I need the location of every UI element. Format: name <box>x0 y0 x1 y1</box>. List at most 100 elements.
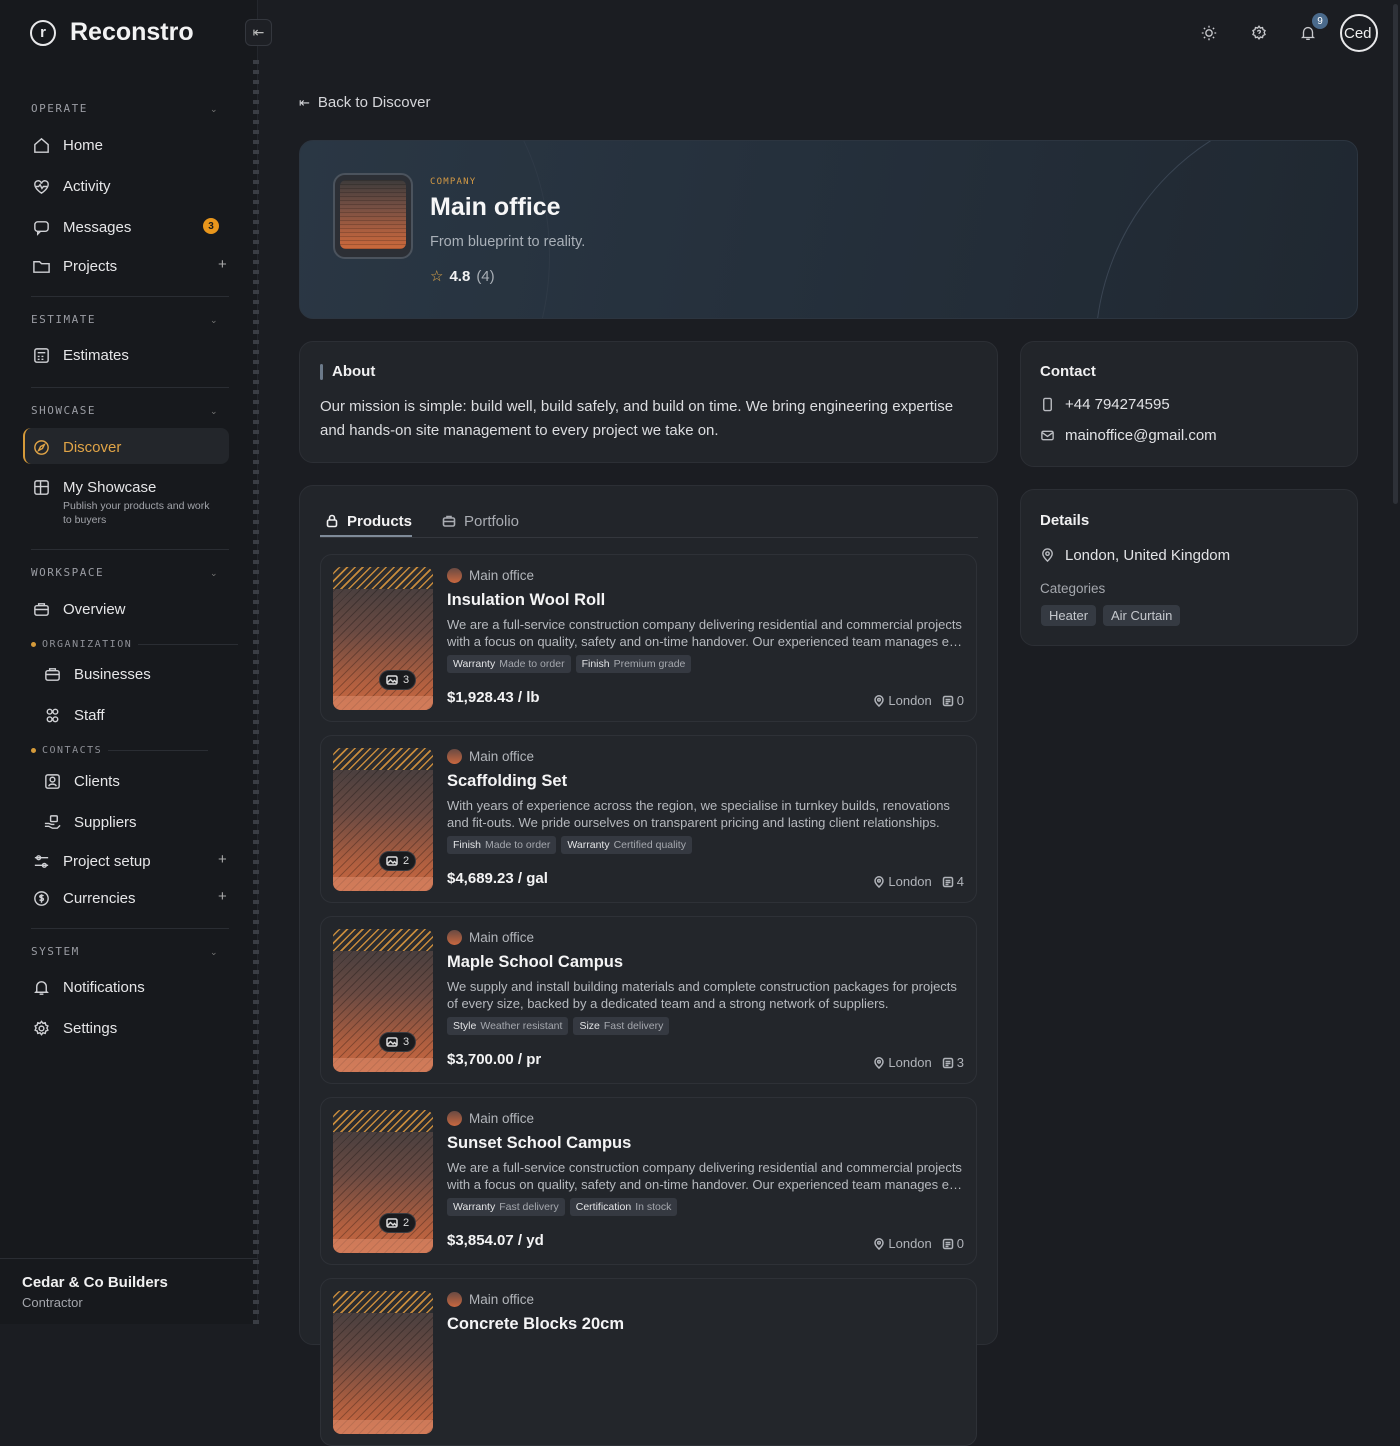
product-seller: Main office <box>447 930 534 945</box>
product-quotes: 4 <box>942 874 964 889</box>
sidebar: r Reconstro OPERATE ⌄ Home Activity Mess… <box>0 0 258 1324</box>
sidebar-resize-handle[interactable] <box>253 60 259 1324</box>
sidebar-footer[interactable] <box>0 1258 258 1324</box>
seller-avatar <box>447 568 462 583</box>
sidebar-item-projects[interactable]: Projects <box>31 256 117 276</box>
sidebar-item-businesses[interactable]: Businesses <box>42 664 151 684</box>
chevron-down-icon[interactable]: ⌄ <box>210 104 218 115</box>
chevron-down-icon[interactable]: ⌄ <box>210 406 218 417</box>
divider <box>108 750 209 751</box>
tag-key: Style <box>453 1020 477 1032</box>
section-showcase[interactable]: SHOWCASE <box>31 404 96 417</box>
theme-toggle-button[interactable] <box>1198 22 1220 44</box>
product-seller: Main office <box>447 749 534 764</box>
back-arrow-icon: ⇤ <box>299 94 310 110</box>
sidebar-item-suppliers[interactable]: Suppliers <box>42 812 137 832</box>
sidebar-item-clients[interactable]: Clients <box>42 771 120 791</box>
tab-portfolio[interactable]: Portfolio <box>442 504 519 538</box>
document-icon <box>942 1057 954 1068</box>
chevron-down-icon[interactable]: ⌄ <box>210 315 218 326</box>
product-quotes: 0 <box>942 693 964 708</box>
section-system[interactable]: SYSTEM <box>31 945 80 958</box>
sidebar-item-activity[interactable]: Activity <box>31 176 111 196</box>
showcase-icon <box>31 477 51 497</box>
product-card[interactable]: 2 Main office Scaffolding Set With years… <box>320 735 977 903</box>
showcase-hint: Publish your products and work to buyers <box>63 500 210 526</box>
section-estimate[interactable]: ESTIMATE <box>31 313 96 326</box>
subsection-contacts: CONTACTS <box>31 745 209 756</box>
seller-name: Main office <box>469 568 535 583</box>
category-chip[interactable]: Heater <box>1041 605 1097 626</box>
add-project-setup-button[interactable]: + <box>218 851 227 868</box>
document-icon <box>942 876 954 887</box>
sidebar-item-project-setup[interactable]: Project setup <box>31 851 151 871</box>
location-pin-icon <box>874 1056 885 1069</box>
product-description: We are a full-service construction compa… <box>447 1159 967 1193</box>
app-name: Reconstro <box>70 18 194 46</box>
image-icon <box>386 675 398 685</box>
briefcase-icon <box>442 515 456 527</box>
dollar-icon <box>31 888 51 908</box>
collapse-sidebar-button[interactable]: ⇤ <box>245 19 272 46</box>
scrollbar-thumb[interactable] <box>1393 4 1398 504</box>
product-card[interactable]: 2 Main office Sunset School Campus We ar… <box>320 1097 977 1265</box>
tag-value: Fast delivery <box>499 1201 559 1213</box>
chevron-down-icon[interactable]: ⌄ <box>210 947 218 958</box>
description-line: We supply and install building materials… <box>447 979 957 994</box>
user-avatar[interactable]: Ced <box>1340 14 1378 52</box>
description-line: with a focus on quality, safety and on-t… <box>447 634 967 649</box>
subsection-label: ORGANIZATION <box>42 639 133 650</box>
quote-count: 0 <box>956 1236 964 1251</box>
contact-phone[interactable]: +44 794274595 <box>1040 396 1170 413</box>
image-count-badge: 2 <box>379 851 417 871</box>
sidebar-item-my-showcase[interactable]: My Showcase <box>31 477 156 497</box>
sidebar-item-label: Estimates <box>63 346 129 364</box>
description-line: With years of experience across the regi… <box>447 798 950 813</box>
product-card[interactable]: 3 Main office Maple School Campus We sup… <box>320 916 977 1084</box>
divider <box>31 928 229 929</box>
contact-email[interactable]: mainoffice@gmail.com <box>1040 427 1217 444</box>
sidebar-item-discover[interactable]: Discover <box>31 437 121 457</box>
sidebar-item-messages[interactable]: Messages <box>31 217 131 237</box>
image-count: 3 <box>403 674 410 686</box>
product-card[interactable]: Main office Concrete Blocks 20cm <box>320 1278 977 1446</box>
tag-value: Certified quality <box>613 839 686 851</box>
section-workspace[interactable]: WORKSPACE <box>31 566 104 579</box>
product-card[interactable]: 3 Main office Insulation Wool Roll We ar… <box>320 554 977 722</box>
tag-key: Finish <box>581 658 610 670</box>
sidebar-item-notifications[interactable]: Notifications <box>31 977 145 997</box>
tab-products[interactable]: Products <box>325 504 412 538</box>
divider <box>138 644 239 645</box>
sidebar-item-label: Notifications <box>63 978 145 996</box>
sidebar-item-settings[interactable]: Settings <box>31 1018 117 1038</box>
tag-key: Finish <box>453 839 482 851</box>
product-tag: Warranty Certified quality <box>561 836 692 854</box>
location-text: London <box>888 693 932 708</box>
add-currency-button[interactable]: + <box>218 888 227 905</box>
tag-key: Warranty <box>453 658 496 670</box>
back-to-discover-link[interactable]: ⇤ Back to Discover <box>299 94 430 111</box>
add-project-button[interactable]: + <box>218 256 227 273</box>
phone-icon <box>1043 397 1052 412</box>
description-line: with a focus on quality, safety and on-t… <box>447 1177 967 1192</box>
image-icon <box>386 1218 398 1228</box>
app-logo[interactable]: r Reconstro <box>30 18 194 47</box>
product-description: With years of experience across the regi… <box>447 797 967 831</box>
logo-icon: r <box>30 19 56 46</box>
category-chip[interactable]: Air Curtain <box>1103 605 1181 626</box>
section-operate[interactable]: OPERATE <box>31 102 88 115</box>
folder-icon <box>31 256 51 276</box>
product-quotes: 0 <box>942 1236 964 1251</box>
product-meta: London 3 <box>873 1055 964 1070</box>
sidebar-item-estimates[interactable]: Estimates <box>31 345 129 365</box>
tag-value: Premium grade <box>613 658 686 670</box>
seller-avatar <box>447 1111 462 1126</box>
sidebar-item-overview[interactable]: Overview <box>31 599 126 619</box>
sidebar-item-home[interactable]: Home <box>31 135 103 155</box>
sidebar-item-staff[interactable]: Staff <box>42 705 105 725</box>
help-button[interactable] <box>1248 22 1270 44</box>
divider <box>31 549 229 550</box>
location-pin-icon <box>1042 548 1053 563</box>
sidebar-item-currencies[interactable]: Currencies <box>31 888 136 908</box>
chevron-down-icon[interactable]: ⌄ <box>210 568 218 579</box>
